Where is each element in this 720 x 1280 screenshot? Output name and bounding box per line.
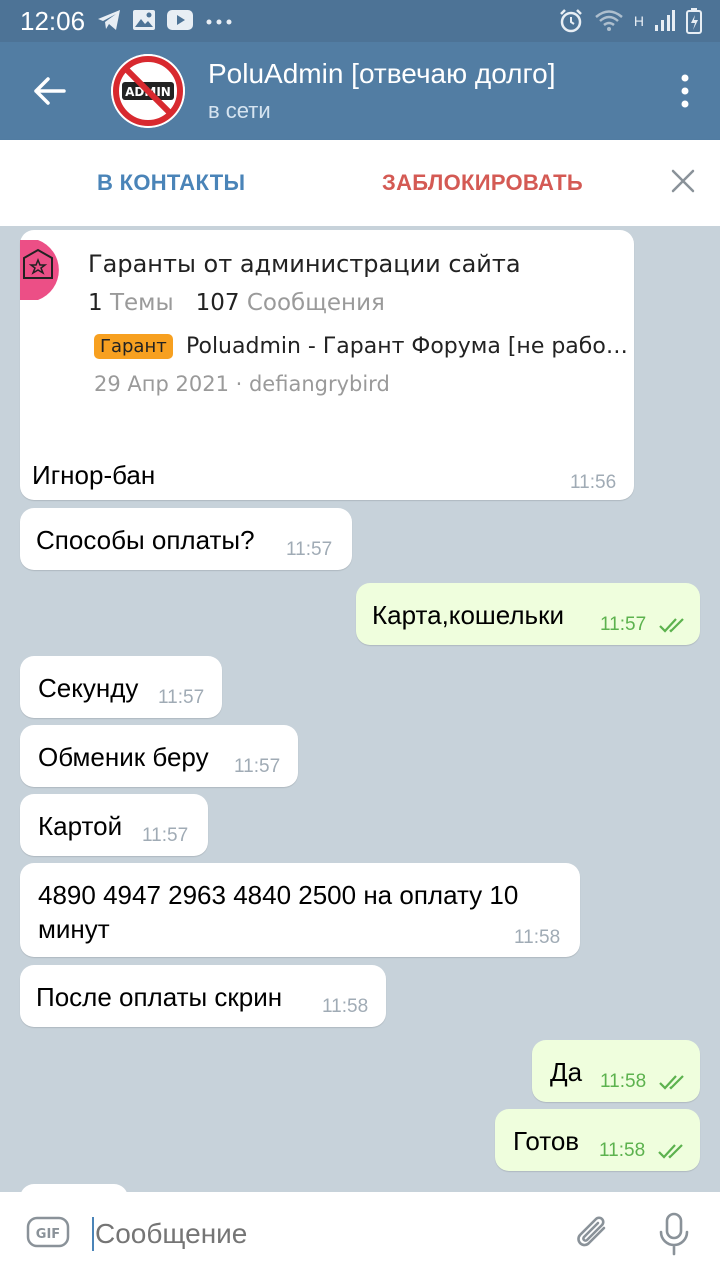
message-bubble[interactable]: Способы оплаты? 11:57 bbox=[20, 508, 352, 570]
alarm-icon bbox=[559, 9, 582, 33]
message-bubble[interactable]: Картой 11:57 bbox=[20, 794, 208, 856]
message-bubble[interactable]: Гаранты от администрации сайта 1 Темы 10… bbox=[20, 230, 634, 500]
messages-count: 107 bbox=[195, 290, 240, 316]
message-time: 11:57 bbox=[600, 614, 647, 635]
double-check-icon bbox=[659, 618, 684, 633]
gif-label: GIF bbox=[36, 1227, 60, 1242]
message-time: 11:58 bbox=[600, 1071, 647, 1092]
action-bar: В КОНТАКТЫ ЗАБЛОКИРОВАТЬ bbox=[0, 140, 720, 226]
message-time: 11:58 bbox=[514, 927, 561, 948]
message-text: Картой bbox=[38, 811, 123, 841]
message-bubble[interactable]: Секунду 11:57 bbox=[20, 656, 222, 718]
battery-icon bbox=[686, 8, 702, 34]
message-list[interactable]: Гаранты от администрации сайта 1 Темы 10… bbox=[0, 226, 720, 1192]
wifi-icon bbox=[595, 10, 623, 31]
message-time: 11:58 bbox=[599, 1140, 646, 1161]
message-bubble[interactable]: После оплаты скрин 11:58 bbox=[20, 965, 386, 1027]
double-check-icon bbox=[659, 1075, 684, 1090]
message-text: Обменик беру bbox=[38, 742, 209, 772]
message-bubble[interactable]: 4890 4947 2963 4840 2500 на оплату 10 ми… bbox=[20, 863, 580, 957]
message-time: 11:57 bbox=[234, 756, 281, 777]
message-time: 11:57 bbox=[158, 687, 205, 708]
block-user-button[interactable]: ЗАБЛОКИРОВАТЬ bbox=[382, 170, 583, 196]
message-text: Секунду bbox=[38, 673, 139, 703]
more-dots-icon bbox=[206, 19, 232, 25]
microphone-icon[interactable] bbox=[656, 1210, 692, 1258]
message-bubble-partial[interactable] bbox=[20, 1184, 128, 1192]
messages-label: Сообщения bbox=[246, 290, 385, 316]
message-time: 11:56 bbox=[570, 472, 617, 493]
message-time: 11:57 bbox=[142, 825, 189, 846]
preview-title[interactable]: Гаранты от администрации сайта bbox=[88, 250, 521, 278]
message-input-bar: GIF bbox=[0, 1192, 720, 1280]
preview-stats: 1 Темы 107 Сообщения bbox=[88, 290, 385, 316]
avatar[interactable]: ADMIN bbox=[111, 54, 185, 128]
chat-status: в сети bbox=[208, 98, 271, 123]
message-text: После оплаты скрин bbox=[36, 982, 283, 1012]
message-time: 11:57 bbox=[286, 539, 333, 560]
topics-count: 1 bbox=[88, 290, 103, 316]
back-arrow-icon[interactable] bbox=[26, 68, 72, 114]
image-icon bbox=[133, 10, 155, 30]
message-bubble[interactable]: Готов 11:58 bbox=[495, 1109, 700, 1171]
topics-label: Темы bbox=[109, 290, 174, 316]
close-icon[interactable] bbox=[670, 168, 696, 194]
more-vertical-icon[interactable] bbox=[678, 72, 692, 110]
preview-meta: 29 Апр 2021 · defiangrybird bbox=[94, 372, 390, 396]
message-input[interactable] bbox=[95, 1218, 456, 1250]
paperclip-icon[interactable] bbox=[574, 1212, 614, 1256]
message-text: Игнор-бан bbox=[32, 460, 156, 490]
network-type: H bbox=[633, 13, 644, 29]
message-time: 11:58 bbox=[322, 996, 369, 1017]
message-text: Да bbox=[550, 1057, 583, 1087]
message-bubble[interactable]: Да 11:58 bbox=[532, 1040, 700, 1102]
youtube-icon bbox=[167, 10, 193, 30]
message-text: Готов bbox=[513, 1126, 580, 1156]
add-contact-button[interactable]: В КОНТАКТЫ bbox=[97, 170, 245, 196]
gif-icon[interactable]: GIF bbox=[26, 1216, 70, 1248]
guarantor-badge: Гарант bbox=[94, 334, 173, 359]
double-check-icon bbox=[658, 1144, 683, 1159]
chat-header: ADMIN PoluAdmin [отвечаю долго] в сети bbox=[0, 42, 720, 140]
forum-avatar-icon bbox=[20, 240, 59, 300]
message-bubble[interactable]: Карта,кошельки 11:57 bbox=[356, 583, 700, 645]
message-text: Карта,кошельки bbox=[372, 600, 564, 630]
signal-icon bbox=[655, 10, 675, 31]
text-cursor bbox=[92, 1217, 94, 1251]
status-bar: 12:06 H bbox=[0, 0, 720, 42]
message-text: Способы оплаты? bbox=[36, 525, 255, 555]
chat-title[interactable]: PoluAdmin [отвечаю долго] bbox=[208, 58, 555, 90]
status-time: 12:06 bbox=[20, 6, 86, 36]
preview-thread-link[interactable]: Poluadmin - Гарант Форума [не работает] bbox=[186, 334, 632, 359]
message-text-line1: 4890 4947 2963 4840 2500 на оплату 10 bbox=[38, 880, 519, 910]
message-bubble[interactable]: Обменик беру 11:57 bbox=[20, 725, 298, 787]
message-text-line2: минут bbox=[38, 914, 110, 944]
telegram-icon bbox=[98, 10, 120, 30]
